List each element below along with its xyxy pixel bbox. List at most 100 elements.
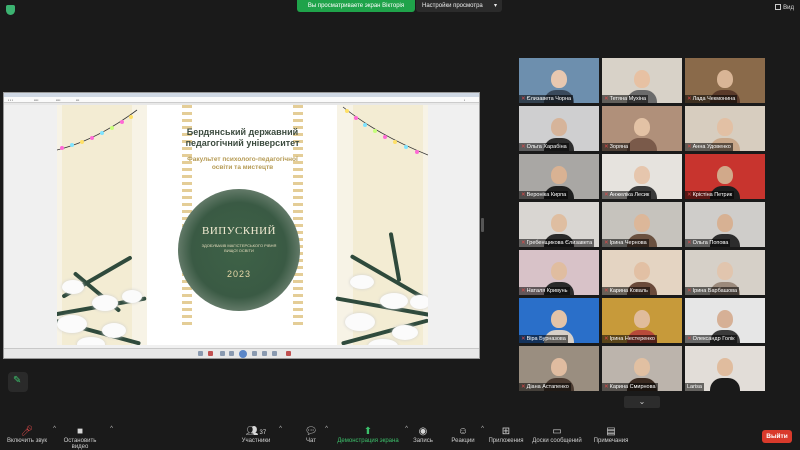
participant-face: [634, 358, 650, 376]
participant-tile[interactable]: ✕Гребенщикова Єлизавета: [519, 202, 599, 247]
faculty-name-line-2: освіти та мистецтв: [211, 164, 274, 171]
chevron-up-icon[interactable]: ^: [279, 426, 282, 432]
participant-name: ✕Єлизавета Чорна: [519, 95, 574, 103]
participant-tile[interactable]: ✕Лада Чекмонина: [685, 58, 765, 103]
unmute-button[interactable]: 🎤︎ Включить звук ^: [6, 426, 56, 444]
mic-off-icon: ✕: [687, 96, 692, 102]
participant-name-text: Карина Смирнова: [609, 384, 656, 390]
participant-tile[interactable]: ✕Віра Бурназова: [519, 298, 599, 343]
participant-face: [717, 118, 733, 136]
mic-off-icon: ✕: [604, 96, 609, 102]
chevron-down-icon[interactable]: ⌄: [624, 396, 660, 408]
participant-tile[interactable]: ✕Ольга Харабіна: [519, 106, 599, 151]
mic-off-icon: ✕: [604, 336, 609, 342]
record-button[interactable]: ◉ Запись: [411, 426, 435, 444]
participant-tile[interactable]: Larisa: [685, 346, 765, 391]
chevron-up-icon[interactable]: ^: [110, 426, 113, 432]
participant-name-text: Лада Чекмонина: [692, 96, 736, 102]
participant-name-text: Гребенщикова Єлизавета: [526, 240, 593, 246]
participant-name: ✕Вероніка Кирпа: [519, 191, 569, 199]
whiteboard-button[interactable]: ▭ Доски сообщений: [532, 426, 582, 444]
participant-face: [717, 310, 733, 328]
participant-tile[interactable]: ✕Олександр Голік: [685, 298, 765, 343]
participant-name-text: Тетяна Мухіна: [609, 96, 647, 102]
reactions-button[interactable]: ☺ Реакции ^: [450, 426, 484, 444]
participants-label: Участники: [241, 438, 271, 444]
splitter-handle[interactable]: [481, 218, 484, 232]
participant-tile[interactable]: ✕Наталя Кривунь: [519, 250, 599, 295]
apps-label: Приложения: [488, 438, 524, 444]
chat-label: Чат: [306, 438, 316, 444]
mic-off-icon: ✕: [521, 144, 526, 150]
mic-off-icon: ✕: [521, 336, 526, 342]
participant-tile[interactable]: ✕Карина Коваль: [602, 250, 682, 295]
record-label: Запись: [413, 438, 433, 444]
apps-icon: ⊞: [501, 426, 511, 437]
chevron-up-icon[interactable]: ^: [481, 426, 484, 432]
mic-off-icon: ✕: [604, 288, 609, 294]
participant-tile[interactable]: ✕Вероніка Кирпа: [519, 154, 599, 199]
participant-tile[interactable]: ✕Зоряна: [602, 106, 682, 151]
participant-face: [634, 262, 650, 280]
stop-video-button[interactable]: ■ Остановить видео ^: [55, 426, 113, 450]
notes-button[interactable]: ▤ Примечания: [592, 426, 630, 444]
participant-tile[interactable]: ✕Тетяна Мухіна: [602, 58, 682, 103]
pencil-icon: ✎: [13, 375, 22, 386]
participant-name-text: Ольга Харабіна: [526, 144, 567, 150]
participant-name: ✕Діана Астапенко: [519, 383, 571, 391]
participant-name: ✕Гребенщикова Єлизавета: [519, 239, 595, 247]
participant-name: ✕Олександр Голік: [685, 335, 737, 343]
faculty-name-line-1: Факультет психолого-педагогічної: [187, 156, 298, 163]
participant-name-text: Єлизавета Чорна: [526, 96, 572, 102]
participant-tile[interactable]: ✕Діана Астапенко: [519, 346, 599, 391]
users-icon: 👥︎: [245, 426, 259, 437]
mic-off-icon: ✕: [604, 144, 609, 150]
participant-name-text: Ірина Нестеренко: [609, 336, 655, 342]
chat-icon: 💬︎: [304, 426, 318, 437]
slide-nav-center-button[interactable]: [239, 350, 247, 358]
whiteboard-icon: ▭: [552, 426, 562, 437]
participant-tile[interactable]: ✕Анна Удовенко: [685, 106, 765, 151]
chat-button[interactable]: 💬︎ Чат ^: [302, 426, 328, 444]
participant-name-text: Анжеліка Лесик: [609, 192, 650, 198]
participant-face: [634, 70, 650, 88]
participants-count: 37: [259, 430, 267, 436]
mic-off-icon: ✕: [521, 192, 526, 198]
participant-face: [551, 310, 567, 328]
slide-year: 2023: [226, 269, 252, 279]
participant-tile[interactable]: ✕Ірина Чернова: [602, 202, 682, 247]
participant-tile[interactable]: ✕Єлизавета Чорна: [519, 58, 599, 103]
share-screen-button[interactable]: ⬆ Демонстрация экрана ^: [336, 426, 408, 444]
shield-icon[interactable]: [6, 5, 15, 15]
reaction-icon: ☺: [457, 426, 469, 437]
participant-tile[interactable]: ✕Ольга Попова: [685, 202, 765, 247]
view-button[interactable]: Вид: [775, 4, 794, 11]
notes-icon: ▤: [606, 426, 616, 437]
annotate-button[interactable]: ✎: [8, 372, 28, 392]
participant-tile[interactable]: ✕Ірина Барбашова: [685, 250, 765, 295]
grid-icon: [775, 4, 782, 10]
leave-meeting-button[interactable]: Выйти: [762, 430, 792, 443]
screen-share-notice: Вы просматриваете экран Вікторія: [297, 0, 415, 12]
participant-name-text: Діана Астапенко: [526, 384, 569, 390]
participant-face: [634, 166, 650, 184]
mic-off-icon: ✕: [604, 384, 609, 390]
apps-button[interactable]: ⊞ Приложения: [487, 426, 525, 444]
participant-body: [710, 378, 740, 391]
chevron-up-icon[interactable]: ^: [325, 426, 328, 432]
participant-tile[interactable]: ✕Ірина Нестеренко: [602, 298, 682, 343]
participant-tile[interactable]: ✕Крістіна Петрик: [685, 154, 765, 199]
participant-name: ✕Анна Удовенко: [685, 143, 733, 151]
participant-name-text: Ірина Чернова: [609, 240, 647, 246]
participant-tile[interactable]: ✕Анжеліка Лесик: [602, 154, 682, 199]
participants-button[interactable]: 👥︎37 Участники ^: [238, 426, 282, 444]
view-settings-button[interactable]: Настройки просмотра ▾: [416, 0, 502, 12]
participant-name: ✕Крістіна Петрик: [685, 191, 735, 199]
participant-face: [551, 166, 567, 184]
slide-navigation-tools[interactable]: [194, 350, 294, 358]
chevron-up-icon[interactable]: ^: [405, 426, 408, 432]
participant-tile[interactable]: ✕Карина Смирнова: [602, 346, 682, 391]
record-icon: ◉: [418, 426, 428, 437]
top-bar: Вы просматриваете экран Вікторія Настрой…: [0, 0, 800, 20]
mic-off-icon: 🎤︎: [20, 426, 34, 437]
